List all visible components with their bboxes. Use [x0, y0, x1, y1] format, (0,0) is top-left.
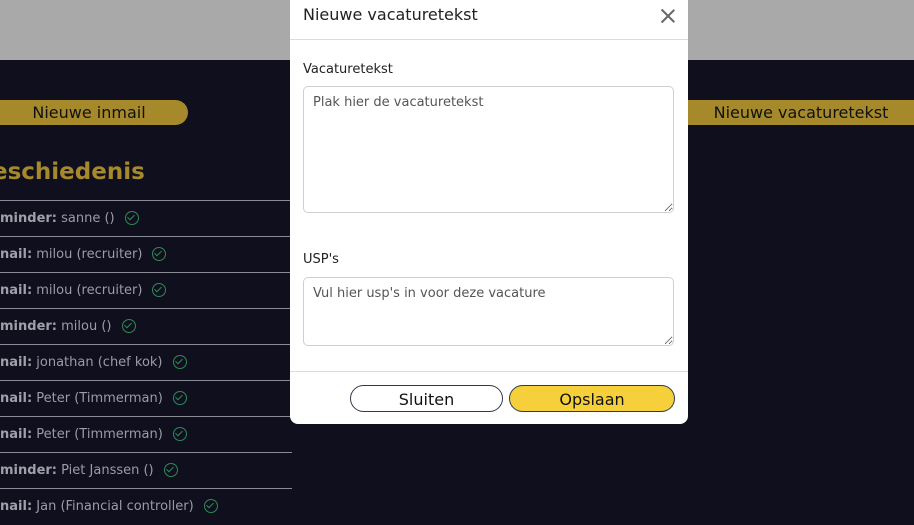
check-circle-icon [172, 390, 187, 405]
history-title: eschiedenis [0, 159, 145, 185]
history-row[interactable]: nail: milou (recruiter) [0, 272, 292, 308]
modal-header: Nieuwe vacaturetekst [290, 0, 688, 40]
vacancy-text-input[interactable] [303, 86, 674, 213]
new-vacancy-text-button[interactable]: Nieuwe vacaturetekst [688, 100, 914, 125]
history-type: minder: [0, 211, 57, 226]
history-type: nail: [0, 391, 33, 406]
check-circle-icon [152, 282, 167, 297]
vacancy-text-label: Vacaturetekst [303, 62, 393, 77]
check-circle-icon [121, 318, 136, 333]
close-icon[interactable] [658, 6, 678, 26]
new-vacancy-text-modal: Nieuwe vacaturetekst Vacaturetekst USP's… [290, 0, 688, 424]
new-inmail-button[interactable]: Nieuwe inmail [0, 100, 188, 125]
history-name: milou (recruiter) [32, 283, 143, 298]
check-circle-icon [152, 246, 167, 261]
history-name: milou () [57, 319, 112, 334]
modal-footer: Sluiten Opslaan [290, 371, 688, 424]
history-name: milou (recruiter) [32, 247, 143, 262]
history-type: nail: [0, 247, 33, 262]
usp-input[interactable] [303, 277, 674, 346]
history-type: nail: [0, 283, 33, 298]
history-name: Peter (Timmerman) [32, 427, 163, 442]
check-circle-icon [163, 462, 178, 477]
history-row[interactable]: minder: milou () [0, 308, 292, 344]
check-circle-icon [203, 498, 218, 513]
history-row[interactable]: nail: milou (recruiter) [0, 236, 292, 272]
history-row[interactable]: nail: jonathan (chef kok) [0, 344, 292, 380]
history-type: minder: [0, 463, 57, 478]
history-row[interactable]: nail: Jan (Financial controller) [0, 488, 292, 524]
history-type: nail: [0, 355, 33, 370]
usp-label: USP's [303, 252, 339, 267]
history-row[interactable]: minder: Piet Janssen () [0, 452, 292, 488]
history-row[interactable]: nail: Peter (Timmerman) [0, 380, 292, 416]
check-circle-icon [124, 210, 139, 225]
check-circle-icon [172, 354, 187, 369]
history-type: minder: [0, 319, 57, 334]
history-list: minder: sanne () nail: milou (recruiter)… [0, 200, 292, 524]
save-button[interactable]: Opslaan [509, 385, 675, 412]
close-button[interactable]: Sluiten [350, 385, 503, 412]
modal-title: Nieuwe vacaturetekst [303, 5, 478, 24]
history-row[interactable]: minder: sanne () [0, 200, 292, 236]
history-type: nail: [0, 427, 33, 442]
check-circle-icon [172, 426, 187, 441]
history-row[interactable]: nail: Peter (Timmerman) [0, 416, 292, 452]
history-name: jonathan (chef kok) [32, 355, 163, 370]
history-name: Piet Janssen () [57, 463, 154, 478]
history-name: Peter (Timmerman) [32, 391, 163, 406]
history-name: sanne () [57, 211, 115, 226]
